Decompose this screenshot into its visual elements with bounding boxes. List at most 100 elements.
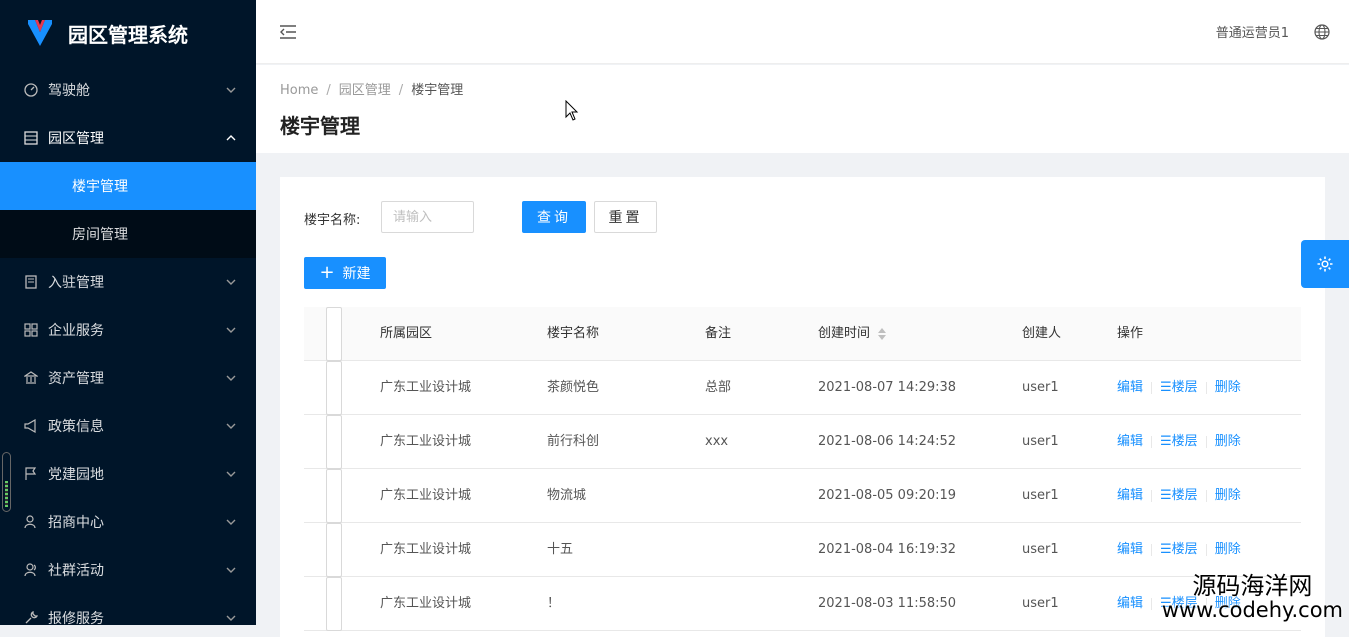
breadcrumb-home[interactable]: Home [280,83,318,98]
row-checkbox[interactable] [326,577,342,631]
cell-park: 广东工业设计城 [380,577,471,631]
cell-creator: user1 [1022,577,1059,631]
floors-link[interactable]: ☰楼层 [1160,434,1198,449]
edit-link[interactable]: 编辑 [1117,434,1143,449]
sidebar-item-building-management[interactable]: 楼宇管理 [0,162,256,210]
globe-icon[interactable] [1314,24,1330,40]
column-header-actions: 操作 [1117,307,1143,361]
watermark: 源码海洋网 www.codehy.com [1162,574,1343,621]
list-icon: ☰ [1160,434,1172,449]
cell-actions: 编辑 ☰楼层 删除 [1117,469,1241,523]
cell-creator: user1 [1022,523,1059,577]
building-name-label: 楼宇名称: [304,209,360,228]
breadcrumb-park-management[interactable]: 园区管理 [339,83,391,98]
column-header-creator: 创建人 [1022,307,1061,361]
floors-link[interactable]: ☰楼层 [1160,488,1198,503]
table-row: 广东工业设计城 茶颜悦色 总部 2021-08-07 14:29:38 user… [304,361,1301,415]
sidebar-item-room-management[interactable]: 房间管理 [0,210,256,258]
building-name-input[interactable] [381,201,474,233]
delete-link[interactable]: 删除 [1215,542,1241,557]
delete-link[interactable]: 删除 [1215,488,1241,503]
delete-link[interactable]: 删除 [1215,380,1241,395]
column-header-created-time[interactable]: 创建时间 [818,307,886,361]
mouse-cursor-icon [565,100,579,122]
breadcrumb: Home/园区管理/楼宇管理 [280,79,463,98]
cell-created-time: 2021-08-03 11:58:50 [818,577,956,631]
select-all-checkbox[interactable] [326,307,342,361]
user-icon [24,515,38,529]
sidebar-item-label: 招商中心 [48,512,104,532]
sidebar-item-tenant-management[interactable]: 入驻管理 [0,258,256,306]
floors-link[interactable]: ☰楼层 [1160,542,1198,557]
cell-park: 广东工业设计城 [380,523,471,577]
buildings-table: 所属园区 楼宇名称 备注 创建时间 创建人 操作 广东工业设计城 茶颜悦色 总部… [304,307,1301,631]
cell-building-name: ！ [547,577,560,631]
sidebar-item-label: 报修服务 [48,608,104,625]
cell-creator: user1 [1022,415,1059,469]
sidebar-item-cockpit[interactable]: 驾驶舱 [0,66,256,114]
sidebar-scroll-indicator[interactable] [2,452,11,512]
row-checkbox[interactable] [326,361,342,415]
bank-icon [24,371,38,385]
top-header: 普通运营员1 [256,0,1349,64]
cell-park: 广东工业设计城 [380,361,471,415]
settings-drawer-button[interactable] [1301,240,1349,288]
appstore-icon [24,323,38,337]
chevron-down-icon [226,565,236,575]
cell-building-name: 前行科创 [547,415,599,469]
column-header-park: 所属园区 [380,307,432,361]
sidebar-item-enterprise-service[interactable]: 企业服务 [0,306,256,354]
menu-fold-icon[interactable] [278,22,298,42]
sidebar-item-label: 社群活动 [48,560,104,580]
cell-created-time: 2021-08-04 16:19:32 [818,523,956,577]
app-title: 园区管理系统 [68,19,188,48]
app-logo[interactable]: 园区管理系统 [0,0,256,66]
sidebar-item-repair-service[interactable]: 报修服务 [0,594,256,625]
list-icon: ☰ [1160,380,1172,395]
query-button[interactable]: 查询 [522,201,586,233]
book-icon [24,275,38,289]
cell-actions: 编辑 ☰楼层 删除 [1117,523,1241,577]
cell-building-name: 十五 [547,523,573,577]
row-checkbox[interactable] [326,523,342,577]
cell-building-name: 茶颜悦色 [547,361,599,415]
table-row: 广东工业设计城 前行科创 xxx 2021-08-06 14:24:52 use… [304,415,1301,469]
floors-link[interactable]: ☰楼层 [1160,380,1198,395]
watermark-line1: 源码海洋网 [1162,574,1343,599]
reset-button[interactable]: 重置 [594,201,657,233]
edit-link[interactable]: 编辑 [1117,488,1143,503]
sort-icon[interactable] [878,328,886,340]
column-header-building-name: 楼宇名称 [547,307,599,361]
edit-link[interactable]: 编辑 [1117,542,1143,557]
cell-created-time: 2021-08-05 09:20:19 [818,469,956,523]
table-row: 广东工业设计城 ！ 2021-08-03 11:58:50 user1 编辑☰楼… [304,577,1301,631]
chevron-down-icon [226,469,236,479]
sidebar-item-label: 资产管理 [48,368,104,388]
row-checkbox[interactable] [326,415,342,469]
plus-icon: + [319,264,334,282]
delete-link[interactable]: 删除 [1215,434,1241,449]
chevron-down-icon [226,421,236,431]
cell-note: 总部 [705,361,731,415]
logo-icon [26,18,54,48]
page-title: 楼宇管理 [280,110,360,139]
sidebar-item-asset-management[interactable]: 资产管理 [0,354,256,402]
new-button[interactable]: + 新建 [304,257,386,289]
notification-icon [24,419,38,433]
sidebar-item-label: 党建园地 [48,464,104,484]
sidebar-item-community-activity[interactable]: 社群活动 [0,546,256,594]
chevron-down-icon [226,325,236,335]
sidebar-item-label: 政策信息 [48,416,104,436]
sidebar-item-investment-center[interactable]: 招商中心 [0,498,256,546]
page-header: Home/园区管理/楼宇管理 楼宇管理 [256,65,1349,153]
edit-link[interactable]: 编辑 [1117,596,1143,611]
sidebar-item-policy-info[interactable]: 政策信息 [0,402,256,450]
chevron-down-icon [226,517,236,527]
user-name[interactable]: 普通运营员1 [1216,22,1289,41]
watermark-line2: www.codehy.com [1162,599,1343,621]
sidebar-item-park-management[interactable]: 园区管理 [0,114,256,162]
content-card: 楼宇名称: 查询 重置 + 新建 所属园区 楼宇名称 备注 创建时间 创建人 操… [280,177,1325,637]
edit-link[interactable]: 编辑 [1117,380,1143,395]
sidebar-item-party-building[interactable]: 党建园地 [0,450,256,498]
row-checkbox[interactable] [326,469,342,523]
